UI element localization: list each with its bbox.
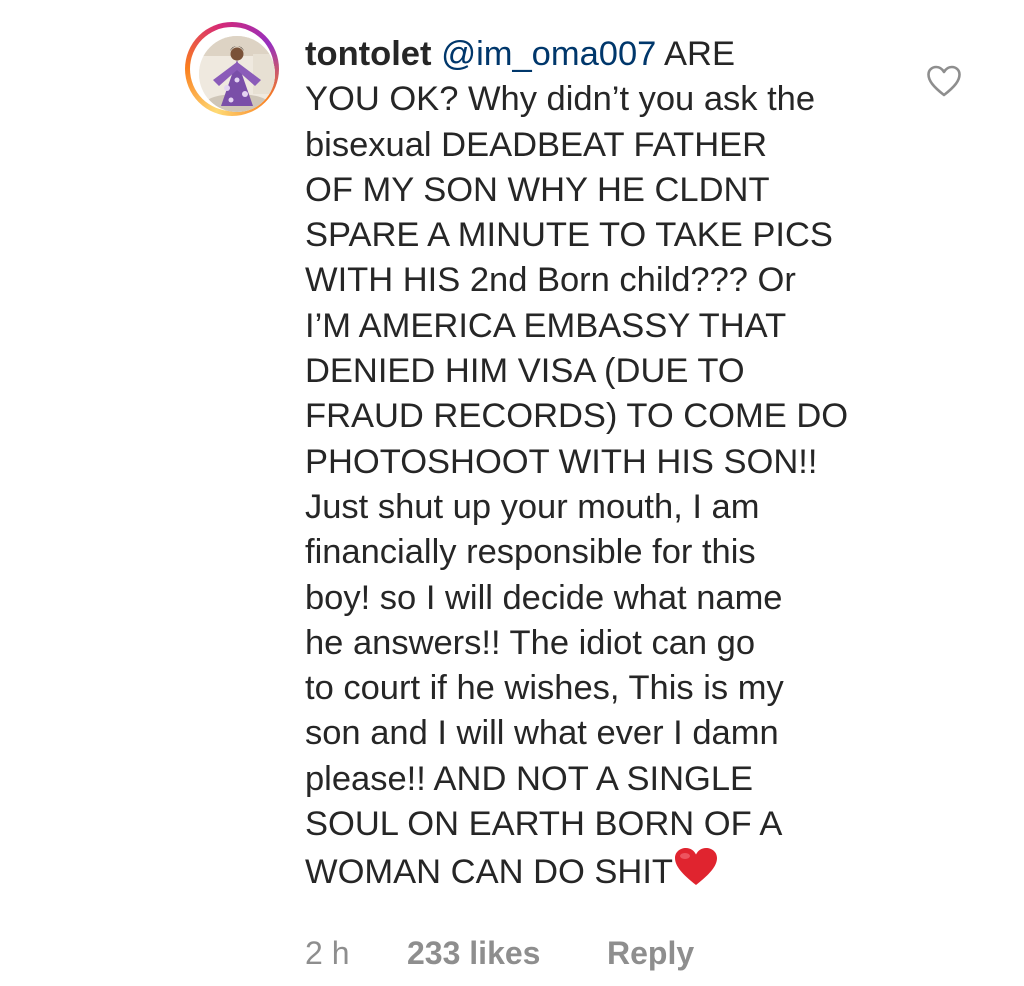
comment-item: tontolet @im_oma007 ARE YOU OK? Why didn… — [0, 0, 1024, 986]
reply-button[interactable]: Reply — [607, 930, 694, 976]
avatar-story-ring[interactable] — [185, 22, 279, 116]
red-heart-emoji — [674, 847, 718, 899]
comment-last-line-text: WOMAN CAN DO SHIT — [305, 853, 673, 892]
likes-count-button[interactable]: 233 likes — [407, 930, 540, 976]
comment-line: OF MY SON WHY HE CLDNT — [305, 170, 770, 209]
comment-first-line: tontolet @im_oma007 ARE — [305, 32, 885, 77]
comment-line: son and I will what ever I damn — [305, 714, 779, 753]
avatar[interactable] — [199, 36, 275, 112]
comment-line: WITH HIS 2nd Born child??? Or — [305, 261, 796, 300]
comment-line: FRAUD RECORDS) TO COME DO — [305, 397, 849, 436]
comment-text: tontolet @im_oma007 ARE YOU OK? Why didn… — [305, 32, 885, 900]
comment-line: to court if he wishes, This is my — [305, 669, 784, 708]
comment-line: SPARE A MINUTE TO TAKE PICS — [305, 216, 833, 255]
comment-line: please!! AND NOT A SINGLE — [305, 759, 754, 798]
comment-first-line-text: ARE — [656, 35, 735, 73]
comment-line: bisexual DEADBEAT FATHER — [305, 125, 768, 164]
comment-line: YOU OK? Why didn’t you ask the — [305, 80, 816, 119]
comment-line: DENIED HIM VISA (DUE TO — [305, 352, 745, 391]
comment-line: Just shut up your mouth, I am — [305, 487, 760, 526]
comment-line: I’M AMERICA EMBASSY THAT — [305, 306, 787, 345]
comment-line: boy! so I will decide what name — [305, 578, 783, 617]
heart-outline-icon[interactable] — [926, 64, 962, 100]
profile-avatar — [199, 36, 275, 112]
comment-line: SOUL ON EARTH BORN OF A — [305, 805, 783, 844]
comment-line: financially responsible for this — [305, 533, 756, 572]
comment-last-line: WOMAN CAN DO SHIT — [305, 847, 885, 899]
comment-timestamp: 2 h — [305, 935, 350, 971]
mention-link[interactable]: @im_oma007 — [441, 35, 656, 73]
username-link[interactable]: tontolet — [305, 35, 431, 73]
comment-line: PHOTOSHOOT WITH HIS SON!! — [305, 442, 818, 481]
comment-line: he answers!! The idiot can go — [305, 623, 756, 662]
